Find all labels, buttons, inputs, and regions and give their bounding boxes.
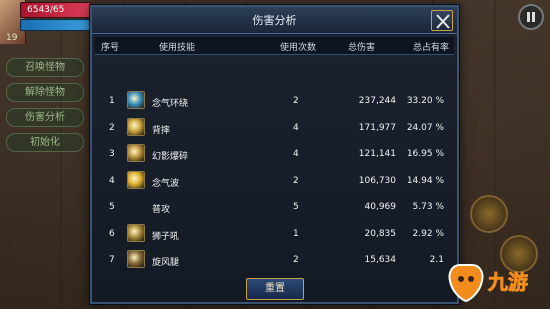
whirlwind-kick-icon [127, 250, 145, 268]
pause-button[interactable] [518, 4, 544, 30]
dialog-title: 伤害分析 [252, 14, 297, 27]
table-row: 6 狮子吼 1 20,835 2.92 % [95, 222, 454, 246]
row-times: 2 [293, 255, 299, 265]
player-level: 19 [6, 33, 18, 43]
row-damage: 15,634 [364, 255, 397, 265]
row-index: 7 [109, 255, 115, 265]
table-row: 7 旋风腿 2 15,634 2.1 [95, 248, 454, 272]
dismiss-monster-button[interactable]: 解除怪物 [6, 83, 84, 102]
col-index: 序号 [101, 43, 120, 53]
row-skill-name: 背摔 [152, 125, 171, 136]
row-damage: 106,730 [358, 175, 396, 186]
row-times: 4 [293, 149, 299, 159]
row-share: 5.73 % [412, 202, 444, 212]
row-times: 1 [293, 228, 299, 239]
row-skill-name: 狮子吼 [152, 231, 180, 242]
row-index: 3 [109, 149, 115, 159]
phantom-burst-icon [127, 144, 145, 162]
row-skill-name: 普攻 [152, 205, 171, 215]
table-header: 序号 使用技能 使用次数 总伤害 总占有率 [95, 37, 454, 55]
aura-orb-icon [127, 91, 145, 109]
skill-slot-5[interactable] [470, 195, 508, 233]
row-share: 2.92 % [412, 228, 444, 239]
row-share: 16.95 % [406, 149, 444, 159]
table-row: 5 普攻 5 40,969 5.73 % [95, 195, 454, 219]
row-damage: 20,835 [364, 228, 397, 239]
col-total-share: 总占有率 [413, 43, 450, 53]
row-share: 14.94 % [406, 175, 444, 186]
energy-wave-icon [127, 170, 145, 189]
row-share: 24.07 % [406, 122, 444, 133]
training-side-menu: 召唤怪物 解除怪物 伤害分析 初始化 [6, 58, 84, 158]
damage-analysis-dialog: 伤害分析 序号 使用技能 使用次数 总伤害 总占有率 1 念气环绕 2 237,244… [90, 5, 459, 304]
jiuyou-logo-icon: 九游 [448, 264, 528, 303]
hp-bar: 6543/65 [20, 2, 92, 18]
table-row: 4 念气波 2 106,730 14.94 % [95, 169, 454, 193]
row-times: 4 [293, 122, 299, 133]
close-button[interactable] [431, 10, 453, 31]
row-skill-name: 念气波 [152, 178, 180, 189]
reset-training-button[interactable]: 初始化 [6, 133, 84, 152]
row-damage: 171,977 [358, 122, 396, 133]
row-skill-name: 旋风腿 [152, 258, 180, 268]
reset-button[interactable]: 重置 [246, 278, 304, 300]
hp-text: 6543/65 [27, 5, 65, 15]
row-skill-name: 念气环绕 [152, 99, 189, 109]
mp-bar [20, 19, 92, 31]
row-index: 5 [109, 202, 115, 212]
summon-monster-button[interactable]: 召唤怪物 [6, 58, 84, 77]
row-index: 6 [109, 228, 115, 239]
table-row: 1 念气环绕 2 237,244 33.20 % [95, 89, 454, 113]
close-icon [436, 14, 450, 29]
row-times: 5 [293, 202, 299, 212]
row-index: 1 [109, 96, 115, 106]
col-times: 使用次数 [280, 43, 317, 53]
row-share: 33.20 % [406, 96, 444, 106]
throw-icon [127, 117, 145, 136]
row-times: 2 [293, 96, 299, 106]
row-share: 2.1 [429, 255, 444, 265]
pause-icon [527, 12, 535, 22]
row-skill-name: 幻影爆碎 [152, 152, 189, 162]
dialog-header: 伤害分析 [92, 7, 457, 34]
table-row: 3 幻影爆碎 4 121,141 16.95 % [95, 142, 454, 166]
watermark-text: 九游 [487, 270, 528, 294]
col-total-damage: 总伤害 [348, 43, 376, 53]
row-index: 2 [109, 122, 115, 133]
row-times: 2 [293, 175, 299, 186]
row-damage: 121,141 [358, 149, 396, 159]
damage-analysis-button[interactable]: 伤害分析 [6, 108, 84, 127]
row-damage: 237,244 [358, 96, 396, 106]
table-row: 2 背摔 4 171,977 24.07 % [95, 116, 454, 140]
row-index: 4 [109, 175, 115, 186]
lion-roar-icon [127, 223, 145, 242]
row-damage: 40,969 [364, 202, 397, 212]
col-skill: 使用技能 [159, 43, 196, 53]
